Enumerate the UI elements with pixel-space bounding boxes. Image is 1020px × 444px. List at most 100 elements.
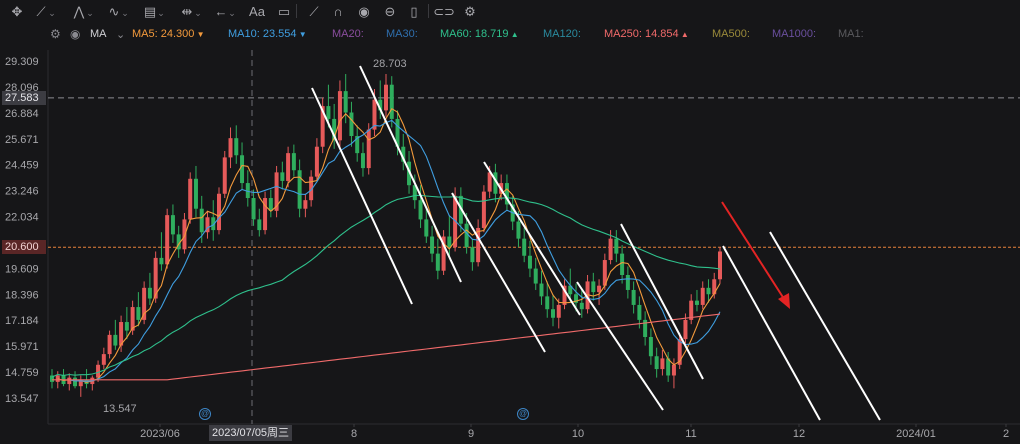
crosshair-price-tag: 27.583 [2,90,46,105]
candle-body [533,268,538,284]
x-tick-label: 12 [793,428,805,440]
arrow-down-icon: ▼ [194,30,205,39]
candle-body [314,146,319,177]
candle-body [648,337,653,357]
candle-body [360,153,365,169]
legend-item-ma20[interactable]: MA20: [332,28,364,40]
candle-body [291,153,296,171]
legend-label: MA120: [543,28,581,40]
candle-body [447,236,452,248]
legend-label: MA1000: [772,28,817,40]
candle-body [67,377,72,385]
candle-body [487,172,492,192]
legend-value: 14.854 [641,28,679,40]
y-tick-label: 18.396 [5,289,39,301]
x-tick-label: 8 [351,428,357,440]
candle-body [193,178,198,209]
candle-body [660,358,665,370]
trend-line [722,245,821,421]
candle-body [620,253,625,275]
arrow-down-icon: ▼ [296,30,307,39]
candle-body [337,91,342,141]
candle-body [551,309,555,318]
candle-body [694,300,699,305]
candle-body [418,200,423,220]
legend-label: MA60: [440,28,472,40]
legend-item-ma500[interactable]: MA500: [712,28,750,40]
candle-body [234,138,239,156]
candle-body [637,304,642,320]
legend-value: 24.300 [157,28,195,40]
legend-item-ma1000[interactable]: MA1000: [772,28,816,40]
legend-item-ma5[interactable]: MA5: 24.300 ▼ [132,28,205,40]
legend-label: MA10: [228,28,260,40]
candle-body [297,170,302,209]
event-marker-icon[interactable]: @ [199,408,211,420]
low-price-annotation: 13.547 [103,403,137,415]
x-tick-label: 9 [468,428,474,440]
candle-body [470,247,475,263]
candle-body [384,84,388,111]
x-tick-label: 11 [685,428,696,440]
high-price-annotation: 28.703 [373,58,407,70]
candle-body [228,138,233,158]
legend-item-ma60[interactable]: MA60: 18.719 ▲ [440,28,519,40]
candle-body [522,238,527,256]
eye-icon[interactable]: ◉ [70,27,80,41]
candle-body [556,304,561,318]
candle-body [516,221,521,239]
candle-body [545,296,550,310]
forecast-arrow-line [721,201,787,303]
y-tick-label: 25.671 [5,134,39,146]
candle-body [113,334,118,346]
y-tick-label: 15.971 [5,341,39,353]
ma-selector[interactable]: MA [90,28,107,40]
arrow-up-icon: ▲ [508,30,519,39]
candle-body [706,287,711,295]
candle-body [614,238,619,254]
candle-body [579,302,584,310]
chart-canvas[interactable]: 29.30928.09626.88425.67124.45923.24622.0… [0,0,1020,444]
trend-line [483,161,581,316]
arrow-up-icon: ▲ [678,30,689,39]
x-tick-label: 10 [572,428,584,440]
candle-body [326,106,331,119]
candle-body [683,319,688,340]
candle-body [464,223,469,248]
x-tick-label: 2 [1003,428,1009,440]
candle-body [147,287,152,299]
y-tick-label: 26.884 [5,108,39,120]
legend-item-ma10[interactable]: MA10: 23.554 ▼ [228,28,307,40]
candle-body [303,200,308,209]
event-marker-icon[interactable]: @ [517,408,529,420]
candle-body [217,193,221,231]
legend-item-ma30[interactable]: MA30: [386,28,418,40]
candle-body [343,91,348,113]
candle-body [430,236,435,254]
legend-value: 18.719 [471,28,509,40]
candle-body [671,364,676,376]
y-tick-label: 17.184 [5,315,39,327]
legend-value: 23.554 [259,28,297,40]
legend-item-ma1[interactable]: MA1: [838,28,864,40]
candle-body [136,307,141,320]
chevron-down-icon[interactable]: ⌄ [116,28,125,41]
candle-body [124,322,129,331]
legend-item-ma250[interactable]: MA250: 14.854 ▲ [604,28,689,40]
candle-body [591,281,596,293]
candle-body [349,112,354,137]
candle-body [73,377,78,387]
candle-body [222,157,227,194]
candle-body [268,198,273,211]
candle-body [435,253,440,271]
legend-item-ma120[interactable]: MA120: [543,28,581,40]
legend-label: MA1: [838,28,864,40]
candle-body [159,257,164,265]
candle-body [257,219,262,231]
settings-icon[interactable]: ⚙ [50,27,61,41]
x-tick-label: 2024/01 [896,428,936,440]
y-tick-label: 19.609 [5,263,39,275]
y-tick-label: 29.309 [5,56,39,68]
legend-label: MA5: [132,28,158,40]
candle-body [165,215,170,265]
